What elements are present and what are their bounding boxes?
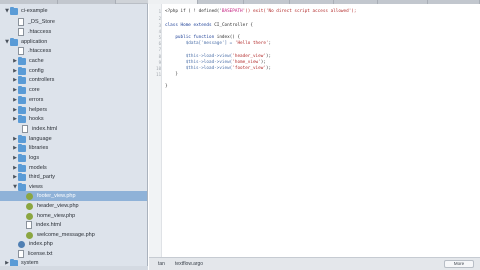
sidebar-item-label: index.php	[29, 241, 53, 247]
file-icon	[18, 28, 24, 36]
folder-icon	[18, 134, 26, 143]
sidebar-item[interactable]: ▶ errors	[0, 95, 147, 105]
file-icon	[22, 125, 28, 133]
sidebar-item[interactable]: index.php	[0, 239, 147, 249]
sidebar-item-label: header_view.php	[37, 203, 79, 209]
sidebar-item-label: errors	[29, 97, 44, 103]
sidebar-item-label: _DS_Store	[28, 19, 55, 25]
sidebar-item-label: cache	[29, 58, 44, 64]
line-number: 1	[158, 9, 161, 14]
folder-icon	[18, 163, 26, 172]
sidebar-item-label: .htaccess	[28, 48, 52, 54]
sidebar-item[interactable]: ▶ hooks	[0, 114, 147, 124]
sidebar-item-label: ci-example	[21, 8, 48, 14]
folder-icon	[18, 114, 26, 123]
sidebar-item[interactable]: footer_view.php	[0, 191, 147, 201]
folder-icon	[10, 6, 18, 15]
sidebar-item[interactable]: .htaccess	[0, 27, 147, 37]
folder-icon	[18, 56, 26, 65]
folder-icon	[18, 75, 26, 84]
sidebar-item-label: .htaccess	[28, 29, 52, 35]
code-line[interactable]: class Home extends CI_Controller {	[165, 22, 253, 29]
folder-icon	[18, 182, 26, 191]
sidebar-item-label: libraries	[29, 145, 49, 151]
status-mode[interactable]: tan	[158, 258, 165, 270]
php-file-icon	[26, 202, 33, 210]
file-icon	[18, 250, 24, 258]
file-icon	[18, 18, 24, 26]
folder-icon	[18, 85, 26, 94]
sidebar-item[interactable]: ▶ third_party	[0, 172, 147, 182]
sidebar-item[interactable]: index.html	[0, 220, 147, 230]
sidebar-item[interactable]: .htaccess	[0, 46, 147, 56]
file-icon	[18, 47, 24, 55]
sidebar-item[interactable]: ▶ controllers	[0, 75, 147, 85]
line-number: 7	[158, 47, 161, 52]
sidebar-item-label: controllers	[29, 77, 55, 83]
sidebar-item[interactable]: ▶ cache	[0, 56, 147, 66]
file-tree-sidebar: ▼ ci-example _DS_Store .htaccess ▼ applicatio…	[0, 4, 148, 270]
sidebar-item-label: footer_view.php	[37, 193, 76, 199]
folder-icon	[18, 172, 26, 181]
sidebar-item[interactable]: ▶ logs	[0, 153, 147, 163]
code-line[interactable]: }	[165, 71, 178, 78]
more-button[interactable]: More	[444, 260, 474, 268]
php-file-icon	[26, 192, 33, 200]
sidebar-item-label: hooks	[29, 116, 44, 122]
sidebar-item-label: logs	[29, 155, 40, 161]
folder-icon	[18, 105, 26, 114]
sidebar-footer	[0, 266, 148, 270]
sidebar-item[interactable]: ▼ ci-example	[0, 6, 147, 16]
sidebar-item[interactable]: ▶ libraries	[0, 143, 147, 153]
php-file-icon	[26, 212, 33, 220]
sidebar-item-label: index.html	[36, 222, 62, 228]
php-file-icon	[18, 240, 25, 248]
folder-icon	[10, 37, 18, 46]
line-number: 11	[156, 72, 161, 77]
line-number: 2	[158, 16, 161, 21]
sidebar-item[interactable]: index.html	[0, 124, 147, 134]
sidebar-item[interactable]: ▶ core	[0, 85, 147, 95]
file-icon	[26, 221, 32, 229]
folder-icon	[18, 153, 26, 162]
status-bar: tan textflow.argo More	[149, 257, 480, 270]
sidebar-item[interactable]: _DS_Store	[0, 17, 147, 27]
sidebar-item-label: third_party	[29, 174, 55, 180]
php-file-icon	[26, 231, 33, 239]
folder-icon	[18, 95, 26, 104]
code-line[interactable]: <?php if ( ! defined('BASEPATH')) exit('…	[165, 8, 356, 15]
sidebar-item-label: index.html	[32, 126, 58, 132]
sidebar-item[interactable]: header_view.php	[0, 201, 147, 211]
code-line[interactable]: $data['message'] = 'Hello there';	[165, 40, 271, 47]
folder-icon	[18, 66, 26, 75]
sidebar-item-label: core	[29, 87, 40, 93]
status-file[interactable]: textflow.argo	[175, 258, 203, 270]
code-line[interactable]: $this->load->view('footer_view');	[165, 65, 271, 72]
line-number-gutter: 1 2 3 4 5 6 7 8 9 10 11	[149, 4, 162, 257]
code-editor[interactable]: 1 2 3 4 5 6 7 8 9 10 11 <?php if ( ! defined('BASE…	[149, 4, 480, 257]
folder-icon	[18, 143, 26, 152]
code-line[interactable]: }	[165, 83, 168, 90]
